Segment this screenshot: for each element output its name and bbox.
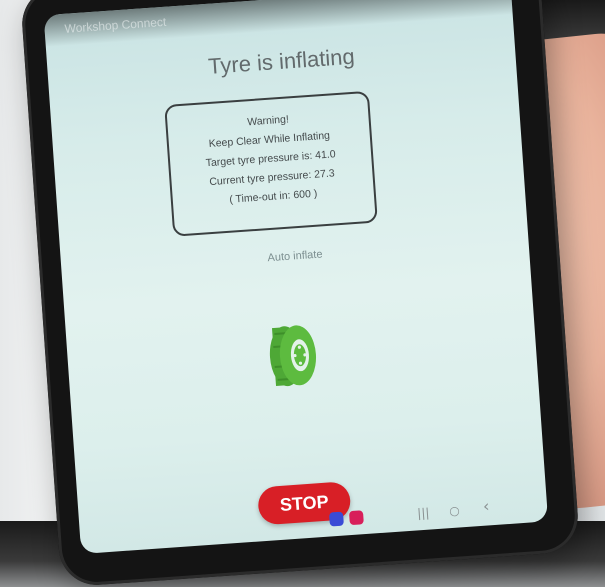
back-icon[interactable]: ‹	[482, 496, 490, 515]
tablet-screen: Workshop Connect Tyre is inflating Warni…	[43, 0, 549, 554]
tablet-device: Workshop Connect Tyre is inflating Warni…	[19, 0, 581, 587]
app-shortcut-icon[interactable]	[348, 510, 364, 526]
home-icon[interactable]: ○	[449, 503, 460, 518]
app-title: Workshop Connect	[64, 14, 167, 36]
recents-icon[interactable]: |||	[417, 506, 430, 521]
warning-box: Warning! Keep Clear While Inflating Targ…	[164, 90, 378, 237]
app-shortcut-icon[interactable]	[328, 511, 344, 527]
mode-label: Auto inflate	[267, 248, 323, 265]
tyre-icon	[269, 325, 317, 387]
